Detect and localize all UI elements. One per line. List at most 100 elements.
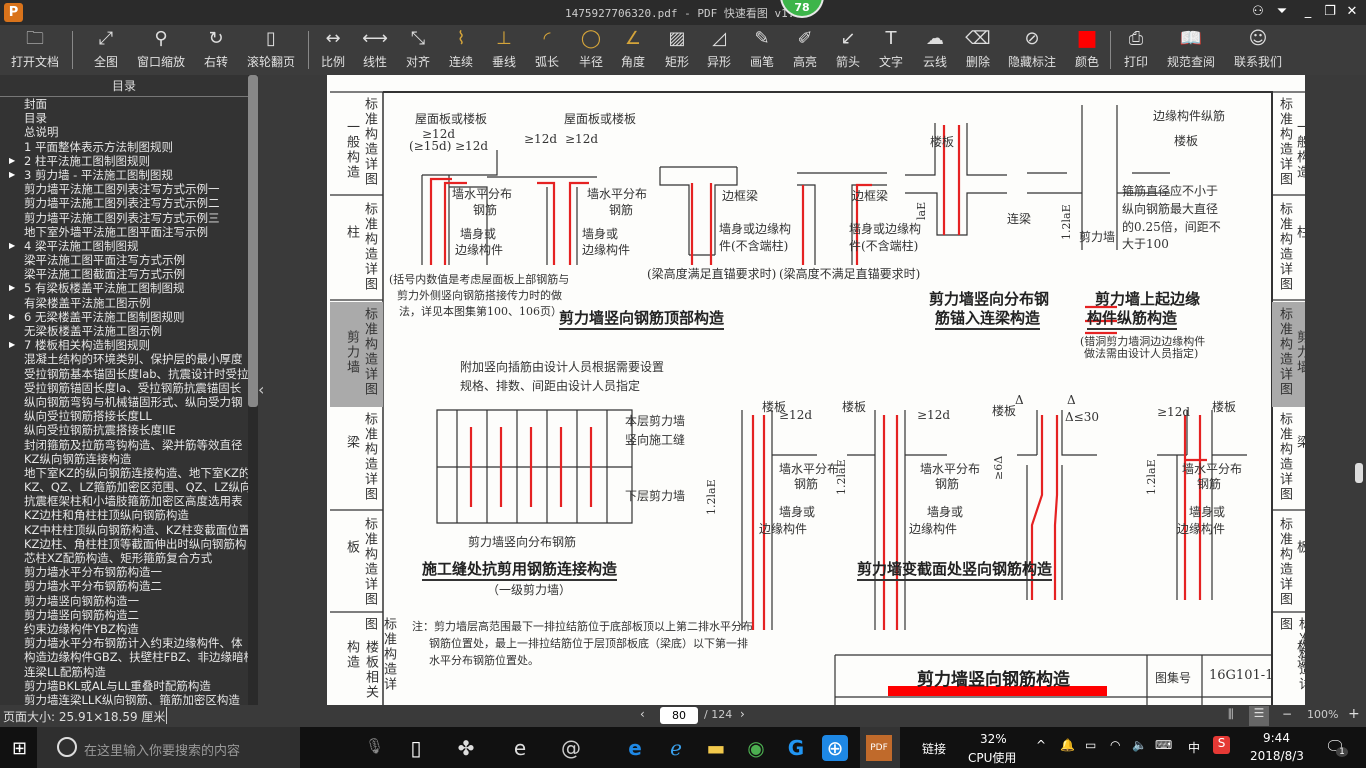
toc-item[interactable]: 抗震框架柱和小墙肢箍筋加密区高度选用表 bbox=[0, 494, 248, 508]
toc-item[interactable]: 封面 bbox=[0, 97, 248, 111]
toc-item[interactable]: 纵向受拉钢筋抗震搭接长度llE bbox=[0, 423, 248, 437]
tool-rotate[interactable]: ↻ 右转 bbox=[196, 25, 236, 75]
link-label[interactable]: 链接 bbox=[922, 740, 946, 757]
toc-item[interactable]: KZ边柱、角柱柱顶等截面伸出时纵向钢筋构 bbox=[0, 537, 248, 551]
tool-rectangle[interactable]: ▨ 矩形 bbox=[660, 25, 694, 75]
toc-item[interactable]: 混凝土结构的环境类别、保护层的最小厚度 bbox=[0, 352, 248, 366]
restore-icon[interactable]: ❐ bbox=[1320, 4, 1340, 19]
volume-icon[interactable]: 🔈 bbox=[1132, 738, 1147, 752]
toc-item[interactable]: 地下室KZ的纵向钢筋连接构造、地下室KZ的 bbox=[0, 466, 248, 480]
tool-qq[interactable]: ☺ 联系我们 bbox=[1230, 25, 1286, 75]
sogou-icon[interactable]: S bbox=[1213, 736, 1230, 754]
clock-time[interactable]: 9:44 bbox=[1263, 731, 1290, 745]
keyboard-icon[interactable]: ⌨ bbox=[1155, 738, 1172, 752]
microphone-icon[interactable]: 🎙 bbox=[365, 737, 384, 755]
expand-arrow-icon[interactable]: ▶ bbox=[9, 239, 15, 253]
taskbar-search[interactable]: 在这里输入你要搜索的内容 🎙 bbox=[37, 727, 384, 768]
ie-icon[interactable]: ℯ bbox=[663, 735, 689, 761]
expand-arrow-icon[interactable]: ▶ bbox=[9, 310, 15, 324]
toc-item[interactable]: 梁平法施工图截面注写方式示例 bbox=[0, 267, 248, 281]
wifi-icon[interactable]: ◠ bbox=[1110, 738, 1120, 752]
toc-item[interactable]: 有梁楼盖平法施工图示例 bbox=[0, 296, 248, 310]
tool-arc[interactable]: ◜ 弧长 bbox=[530, 25, 564, 75]
toc-item[interactable]: KZ、QZ、LZ箍筋加密区范围、QZ、LZ纵向钢 bbox=[0, 480, 248, 494]
toc-item[interactable]: ▶ 3 剪力墙 - 平法施工图制图规 bbox=[0, 168, 248, 182]
tool-polygon[interactable]: ◿ 异形 bbox=[702, 25, 736, 75]
browser-g-icon[interactable]: G bbox=[783, 735, 809, 761]
toc-item[interactable]: ▶ 7 楼板相关构造制图规则 bbox=[0, 338, 248, 352]
show-hidden-icons[interactable]: ^ bbox=[1036, 738, 1046, 752]
tool-arrow[interactable]: ↙ 箭头 bbox=[831, 25, 865, 75]
tool-color[interactable]: ■ 颜色 bbox=[1070, 25, 1104, 75]
zoom-out-button[interactable]: − bbox=[1282, 707, 1292, 721]
tool-eraser[interactable]: ⌫ 删除 bbox=[961, 25, 995, 75]
sidebar-scroll-thumb[interactable] bbox=[248, 75, 258, 407]
tool-radius[interactable]: ◯ 半径 bbox=[574, 25, 608, 75]
toc-item[interactable]: 剪力墙连梁LLK纵向钢筋、箍筋加密区构造 bbox=[0, 693, 248, 705]
battery-icon[interactable]: ▭ bbox=[1085, 738, 1096, 752]
expand-arrow-icon[interactable]: ▶ bbox=[9, 338, 15, 352]
tool-print[interactable]: ⎙ 打印 bbox=[1119, 25, 1153, 75]
file-explorer-icon[interactable]: ▬ bbox=[703, 735, 729, 761]
tool-scale[interactable]: ↔ 比例 bbox=[316, 25, 350, 75]
toc-item[interactable]: 剪力墙竖向钢筋构造二 bbox=[0, 608, 248, 622]
toc-item[interactable]: ▶ 5 有梁板楼盖平法施工图制图规 bbox=[0, 281, 248, 295]
tool-fit[interactable]: ⤢ 全图 bbox=[86, 25, 126, 75]
toc-item[interactable]: 剪力墙BKL或AL与LL重叠时配筋构造 bbox=[0, 679, 248, 693]
tool-continuous[interactable]: ⌇ 连续 bbox=[444, 25, 478, 75]
toc-item[interactable]: 剪力墙平法施工图列表注写方式示例一 bbox=[0, 182, 248, 196]
toc-item[interactable]: 无梁板楼盖平法施工图示例 bbox=[0, 324, 248, 338]
toc-item[interactable]: 剪力墙平法施工图列表注写方式示例三 bbox=[0, 211, 248, 225]
toc-item[interactable]: KZ中柱柱顶纵向钢筋构造、KZ柱变截面位置 bbox=[0, 523, 248, 537]
pdf-viewer-task[interactable]: PDF bbox=[860, 727, 900, 768]
toc-item[interactable]: ▶ 4 梁平法施工图制图规 bbox=[0, 239, 248, 253]
windows-start-icon[interactable]: ⊞ bbox=[12, 738, 27, 759]
tool-cloud[interactable]: ☁ 云线 bbox=[918, 25, 952, 75]
page-number-input[interactable]: 80 bbox=[660, 707, 698, 724]
tool-text[interactable]: T 文字 bbox=[874, 25, 908, 75]
toc-item[interactable]: 总说明 bbox=[0, 125, 248, 139]
toc-item[interactable]: 受拉钢筋基本锚固长度lab、抗震设计时受拉 bbox=[0, 367, 248, 381]
toc-item[interactable]: 剪力墙水平分布钢筋构造一 bbox=[0, 565, 248, 579]
toc-item[interactable]: ▶ 2 柱平法施工图制图规则 bbox=[0, 154, 248, 168]
toc-item[interactable]: 地下室外墙平法施工图平面注写示例 bbox=[0, 225, 248, 239]
tool-highlighter[interactable]: ✐ 高亮 bbox=[788, 25, 822, 75]
toc-item[interactable]: KZ边柱和角柱柱顶纵向钢筋构造 bbox=[0, 508, 248, 522]
toc-item[interactable]: 目录 bbox=[0, 111, 248, 125]
minimize-icon[interactable]: _ bbox=[1298, 4, 1318, 19]
expand-arrow-icon[interactable]: ▶ bbox=[9, 168, 15, 182]
toc-item[interactable]: 剪力墙水平分布钢筋计入约束边缘构件、体 bbox=[0, 636, 248, 650]
toc-item[interactable]: 剪力墙平法施工图列表注写方式示例二 bbox=[0, 196, 248, 210]
expand-arrow-icon[interactable]: ▶ bbox=[9, 154, 15, 168]
two-page-view-icon[interactable]: ⫼ bbox=[1228, 707, 1234, 722]
collapse-sidebar-icon[interactable]: ‹ bbox=[258, 380, 264, 399]
tool-pen[interactable]: ✎ 画笔 bbox=[745, 25, 779, 75]
toc-item[interactable]: 封闭箍筋及拉筋弯钩构造、梁并筋等效直径 bbox=[0, 438, 248, 452]
toc-item[interactable]: 梁平法施工图平面注写方式示例 bbox=[0, 253, 248, 267]
ie-gray-icon[interactable]: e bbox=[507, 735, 533, 761]
toc-item[interactable]: 构造边缘构件GBZ、扶壁柱FBZ、非边缘暗柱 bbox=[0, 650, 248, 664]
toc-item[interactable]: 纵向钢筋弯钩与机械锚固形式、纵向受力钢 bbox=[0, 395, 248, 409]
toc-item[interactable]: KZ纵向钢筋连接构造 bbox=[0, 452, 248, 466]
app-bell-icon[interactable]: @ bbox=[558, 735, 584, 761]
expand-arrow-icon[interactable]: ▶ bbox=[9, 281, 15, 295]
tool-aligned[interactable]: ⤡ 对齐 bbox=[401, 25, 435, 75]
toc-item[interactable]: 纵向受拉钢筋搭接长度LL bbox=[0, 409, 248, 423]
toc-item[interactable]: 连梁LL配筋构造 bbox=[0, 665, 248, 679]
zoom-in-button[interactable]: + bbox=[1348, 706, 1360, 722]
menu-icon[interactable]: ⏷ bbox=[1272, 4, 1292, 19]
user-icon[interactable]: ⚇ bbox=[1248, 4, 1268, 19]
tool-book[interactable]: 📖 规范查阅 bbox=[1163, 25, 1219, 75]
page-scroll-thumb[interactable] bbox=[1355, 463, 1363, 483]
fan-app-icon[interactable]: ✤ bbox=[453, 735, 479, 761]
toc-item[interactable]: 受拉钢筋锚固长度la、受拉钢筋抗震锚固长 bbox=[0, 381, 248, 395]
toc-item[interactable]: 剪力墙竖向钢筋构造一 bbox=[0, 594, 248, 608]
bell-icon[interactable]: 🔔 bbox=[1060, 738, 1075, 752]
green-app-icon[interactable]: ◉ bbox=[743, 735, 769, 761]
toc-item[interactable]: 芯柱XZ配筋构造、矩形箍筋复合方式 bbox=[0, 551, 248, 565]
prev-page-button[interactable]: ‹ bbox=[640, 707, 645, 721]
tool-zoom[interactable]: ⚲ 窗口缩放 bbox=[132, 25, 190, 75]
clock-date[interactable]: 2018/8/3 bbox=[1250, 749, 1304, 763]
tool-angle[interactable]: ∠ 角度 bbox=[616, 25, 650, 75]
tool-perpendicular[interactable]: ⊥ 垂线 bbox=[487, 25, 521, 75]
